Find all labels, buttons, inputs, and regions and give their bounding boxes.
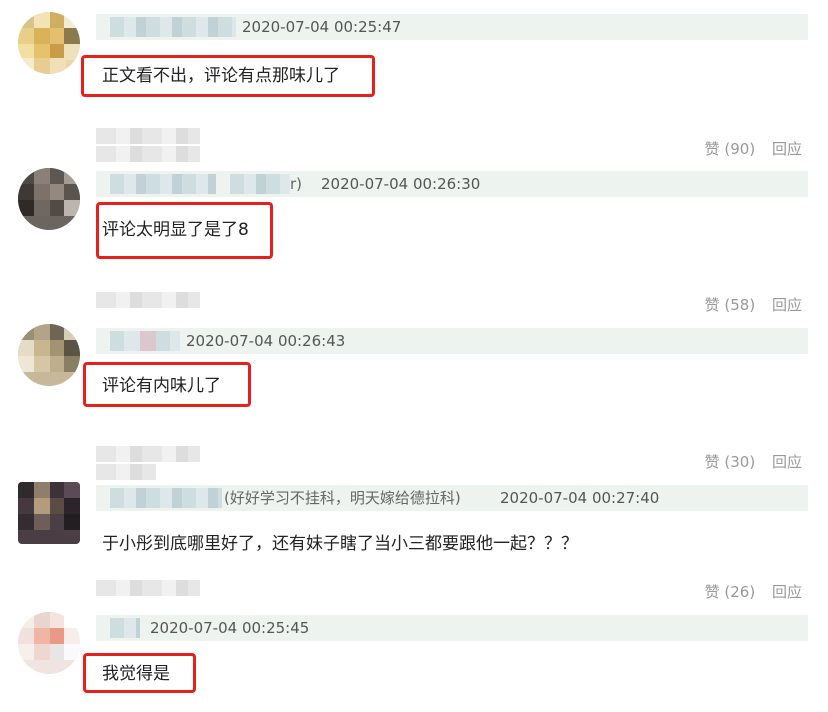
comment-actions: 赞 (30) 回应 — [693, 451, 802, 472]
comment-text: 评论有内味儿了 — [102, 376, 221, 396]
reply-button[interactable]: 回应 — [772, 583, 802, 601]
comment-actions: 赞 (90) 回应 — [693, 138, 802, 159]
avatar[interactable] — [18, 482, 80, 544]
timestamp: 2020-07-04 00:25:45 — [150, 619, 310, 637]
timestamp: 2020-07-04 00:26:30 — [321, 175, 481, 193]
comment-text: 我觉得是 — [102, 664, 170, 684]
comment-actions: 赞 (58) 回应 — [693, 294, 802, 315]
comment-text: 评论太明显了是了8 — [102, 220, 249, 240]
timestamp: 2020-07-04 00:25:47 — [242, 18, 402, 36]
reply-button[interactable]: 回应 — [772, 140, 802, 158]
avatar[interactable] — [18, 12, 80, 74]
author-name — [230, 174, 290, 194]
avatar[interactable] — [18, 612, 80, 674]
timestamp: 2020-07-04 00:26:43 — [186, 332, 346, 350]
like-button[interactable]: 赞 (30) — [705, 453, 756, 471]
comment-meta: r) 2020-07-04 00:26:30 — [96, 171, 808, 197]
reply-button[interactable]: 回应 — [772, 453, 802, 471]
blurred-text — [96, 292, 200, 308]
comment-meta: (好好学习不挂科，明天嫁给德拉科) 2020-07-04 00:27:40 — [96, 485, 808, 511]
avatar[interactable] — [18, 168, 80, 230]
author-name[interactable] — [110, 174, 216, 194]
author-name[interactable] — [110, 17, 236, 37]
timestamp: 2020-07-04 00:27:40 — [500, 489, 660, 507]
author-suffix: (好好学习不挂科，明天嫁给德拉科) — [224, 489, 461, 507]
comment-meta: 2020-07-04 00:25:47 — [96, 14, 808, 40]
blurred-text — [96, 446, 200, 462]
author-name[interactable] — [110, 618, 140, 638]
blurred-text — [96, 580, 200, 596]
blurred-text — [96, 128, 200, 144]
comment-text: 正文看不出，评论有点那味儿了 — [102, 66, 340, 86]
author-suffix: r) — [290, 175, 303, 193]
comment-meta: 2020-07-04 00:26:43 — [96, 328, 808, 354]
like-button[interactable]: 赞 (90) — [705, 140, 756, 158]
author-name[interactable] — [110, 331, 180, 351]
avatar[interactable] — [18, 324, 80, 386]
comment-meta: 2020-07-04 00:25:45 — [96, 615, 808, 641]
reply-button[interactable]: 回应 — [772, 296, 802, 314]
comment-actions: 赞 (26) 回应 — [693, 581, 802, 602]
blurred-text — [96, 464, 156, 480]
like-button[interactable]: 赞 (26) — [705, 583, 756, 601]
comment-text: 于小彤到底哪里好了，还有妹子瞎了当小三都要跟他一起？？？ — [102, 534, 578, 554]
blurred-text — [96, 146, 200, 162]
like-button[interactable]: 赞 (58) — [705, 296, 756, 314]
author-name[interactable] — [110, 488, 222, 508]
